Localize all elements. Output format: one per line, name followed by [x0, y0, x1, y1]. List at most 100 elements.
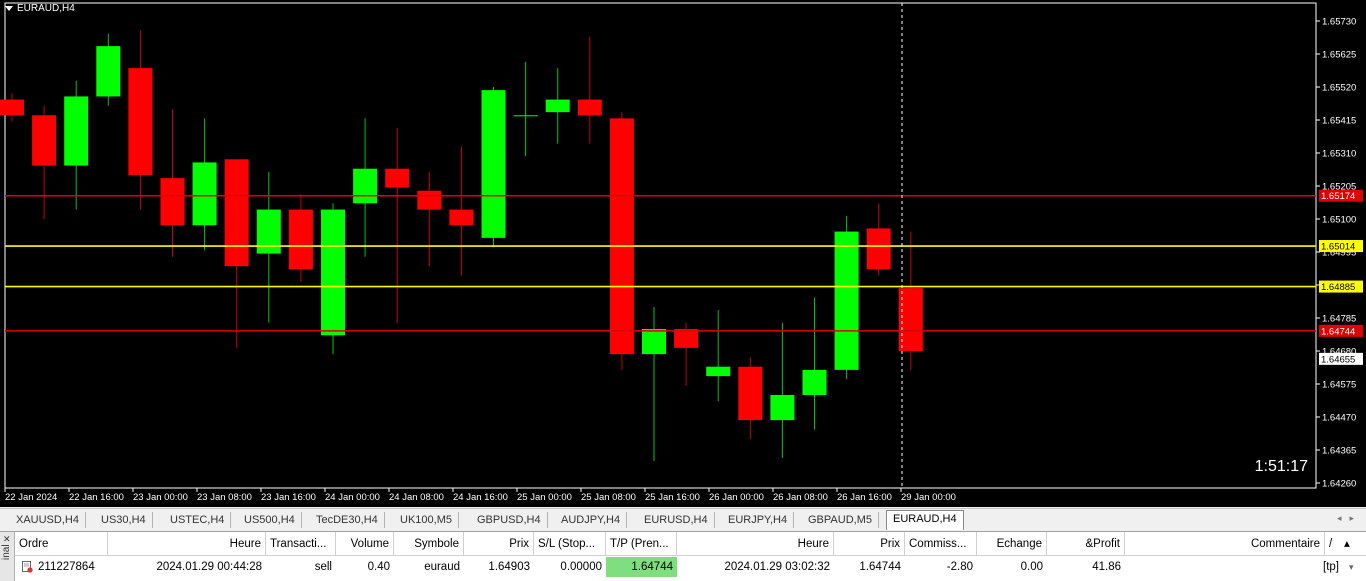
- price-axis-marker-label: 1.65014: [1321, 242, 1355, 253]
- time-axis-label: 29 Jan 00:00: [901, 492, 956, 503]
- tab-scroll-arrows-icon[interactable]: ◂▸: [1337, 513, 1362, 524]
- price-axis-label: 1.65625: [1322, 50, 1356, 61]
- terminal-side-strip: ✕ inal: [0, 532, 15, 581]
- col-header-profit[interactable]: &Profit: [1047, 532, 1125, 556]
- price-axis-label: 1.65415: [1322, 116, 1356, 127]
- candle-bear: [417, 190, 442, 210]
- candle-bull: [192, 162, 217, 226]
- tab-us30[interactable]: US30,H4: [95, 512, 153, 528]
- candle-bull: [481, 90, 506, 238]
- candle-bull: [802, 369, 827, 395]
- col-header-order[interactable]: Ordre: [15, 532, 108, 556]
- chart-title: EURAUD,H4: [5, 3, 75, 14]
- time-axis-label: 25 Jan 00:00: [517, 492, 572, 503]
- cell-close-time: 2024.01.29 03:02:32: [724, 561, 830, 573]
- candle-bear: [609, 118, 634, 355]
- tab-ustec[interactable]: USTEC,H4: [164, 512, 232, 528]
- candle-bull: [770, 395, 795, 421]
- time-axis-label: 23 Jan 08:00: [197, 492, 252, 503]
- col-header-close-time[interactable]: Heure: [677, 532, 834, 556]
- time-axis-label: 22 Jan 2024: [5, 492, 57, 503]
- candle-timer: 1:51:17: [1254, 458, 1308, 475]
- sort-indicator: /: [1325, 532, 1340, 556]
- tab-audjpy[interactable]: AUDJPY,H4: [555, 512, 628, 528]
- cell-volume: 0.40: [367, 561, 390, 573]
- candle-bull: [96, 46, 121, 97]
- scrollbar-up-arrow-icon[interactable]: ▴: [1340, 532, 1366, 556]
- candlestick-chart[interactable]: 1.657301.656251.655201.654151.653101.652…: [0, 0, 1366, 507]
- chart-symbol-label: EURAUD,H4: [17, 3, 75, 14]
- col-header-swap[interactable]: Echange: [977, 532, 1047, 556]
- tab-gbpaud[interactable]: GBPAUD,M5: [802, 512, 879, 528]
- tab-gbpusd[interactable]: GBPUSD,H4: [471, 512, 548, 528]
- price-axis-label: 1.64260: [1322, 479, 1356, 490]
- close-icon[interactable]: ✕: [3, 534, 11, 545]
- tab-us500[interactable]: US500,H4: [238, 512, 302, 528]
- time-axis-label: 26 Jan 08:00: [773, 492, 828, 503]
- current-price-label: 1.64655: [1321, 354, 1355, 365]
- candle-bear: [288, 209, 313, 270]
- col-header-symbol[interactable]: Symbole: [394, 532, 464, 556]
- tab-uk100[interactable]: UK100,M5: [394, 512, 459, 528]
- candle-bull: [64, 96, 89, 166]
- tab-tecde30[interactable]: TecDE30,H4: [310, 512, 385, 528]
- time-axis-label: 26 Jan 16:00: [837, 492, 892, 503]
- candle-bear: [449, 209, 474, 226]
- price-axis-marker-label: 1.64744: [1321, 326, 1355, 337]
- candle-bull: [513, 115, 538, 117]
- col-header-tp[interactable]: T/P (Pren...: [606, 532, 677, 556]
- tab-eurjpy[interactable]: EURJPY,H4: [722, 512, 795, 528]
- price-axis-marker-label: 1.64885: [1321, 282, 1355, 293]
- cell-symbol: euraud: [424, 561, 460, 573]
- time-axis-label: 25 Jan 16:00: [645, 492, 700, 503]
- tab-xauusd[interactable]: XAUUSD,H4: [10, 512, 86, 528]
- col-header-close-price[interactable]: Prix: [834, 532, 905, 556]
- col-header-type[interactable]: Transacti...: [266, 532, 336, 556]
- closed-order-icon: [22, 561, 33, 573]
- time-axis-label: 24 Jan 00:00: [325, 492, 380, 503]
- price-axis-label: 1.64365: [1322, 446, 1356, 457]
- cell-type: sell: [314, 561, 332, 573]
- candle-bear: [577, 99, 602, 116]
- col-header-open-time[interactable]: Heure: [108, 532, 266, 556]
- terminal-panel: ✕ inal Ordre Heure Transacti... Volume S…: [0, 531, 1366, 581]
- candle-bear: [385, 168, 410, 188]
- candle-bull: [321, 209, 345, 336]
- chart-tabs-bar: XAUUSD,H4 US30,H4 USTEC,H4 US500,H4 TecD…: [0, 508, 1366, 531]
- price-axis-label: 1.65730: [1322, 17, 1356, 28]
- col-header-commission[interactable]: Commiss...: [905, 532, 977, 556]
- price-axis-label: 1.64470: [1322, 413, 1356, 424]
- candle-bull: [706, 366, 731, 377]
- price-axis-label: 1.64575: [1322, 380, 1356, 391]
- cell-sl: 0.00000: [560, 561, 602, 573]
- terminal-side-label: inal: [1, 544, 12, 560]
- time-axis-label: 24 Jan 16:00: [453, 492, 508, 503]
- time-axis-label: 26 Jan 00:00: [709, 492, 764, 503]
- candle-bear: [674, 329, 699, 348]
- price-axis-marker-label: 1.65174: [1321, 191, 1355, 202]
- tab-euraud[interactable]: EURAUD,H4: [886, 510, 964, 530]
- price-axis-label: 1.65310: [1322, 149, 1356, 160]
- tab-eurusd[interactable]: EURUSD,H4: [638, 512, 715, 528]
- scrollbar-down-arrow-icon[interactable]: ▾: [1345, 557, 1366, 577]
- candle-bear: [32, 115, 57, 166]
- col-header-volume[interactable]: Volume: [336, 532, 394, 556]
- price-axis-label: 1.64785: [1322, 314, 1356, 325]
- cell-order[interactable]: 211227864: [34, 557, 108, 577]
- time-axis-label: 23 Jan 16:00: [261, 492, 316, 503]
- time-axis-label: 23 Jan 00:00: [133, 492, 188, 503]
- candle-bear: [866, 228, 891, 270]
- candle-bull: [353, 168, 378, 204]
- candle-bear: [128, 68, 153, 175]
- candle-bear: [0, 99, 24, 116]
- price-chart[interactable]: 1.65730 1.65625 1.65520 1.65415 1.65310 1.652…: [0, 0, 1366, 507]
- cell-open-price: 1.64903: [488, 561, 530, 573]
- col-header-sl[interactable]: S/L (Stop...: [534, 532, 606, 556]
- dropdown-triangle-icon[interactable]: [5, 5, 13, 11]
- time-axis-label: 22 Jan 16:00: [69, 492, 124, 503]
- col-header-comment[interactable]: Commentaire: [1125, 532, 1325, 556]
- candle-bull: [642, 329, 666, 355]
- candle-bull: [256, 209, 281, 254]
- col-header-open-price[interactable]: Prix: [464, 532, 534, 556]
- cell-commission: -2.80: [946, 561, 973, 573]
